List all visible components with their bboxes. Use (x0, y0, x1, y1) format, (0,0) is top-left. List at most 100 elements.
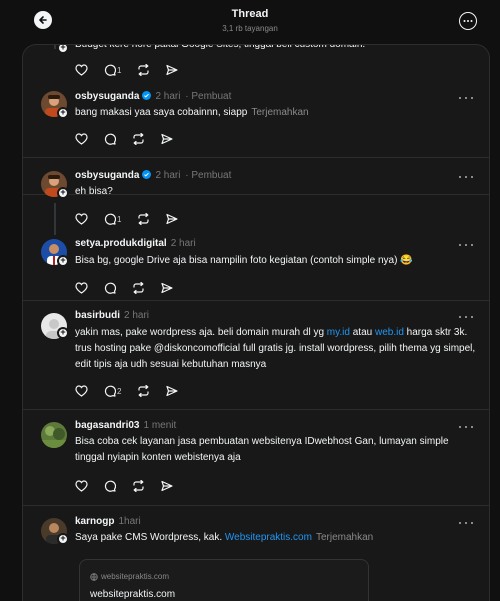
link-my-id[interactable]: my.id (327, 327, 350, 338)
post-time: 1 menit (143, 420, 177, 431)
post-username[interactable]: basirbudi 2 hari (75, 310, 149, 321)
post-username[interactable]: setya.produkdigital 2 hari (75, 238, 196, 249)
thread-line (54, 45, 56, 49)
reply-count: 1 (117, 65, 122, 75)
translate-link[interactable]: Terjemahkan (251, 107, 308, 118)
reply-count: 2 (117, 386, 122, 396)
follow-plus-icon[interactable]: + (57, 327, 69, 339)
post-time: 2 hari (155, 91, 181, 102)
heart-icon (75, 133, 88, 145)
follow-plus-icon[interactable]: + (57, 107, 69, 119)
view-count: 3,1 rb tayangan (222, 24, 278, 33)
post-more-button[interactable] (459, 520, 473, 526)
comment-icon (104, 133, 116, 145)
post-time: 2 hari (155, 170, 181, 181)
repost-button[interactable] (132, 131, 145, 147)
send-icon (166, 213, 179, 225)
avatar-image (41, 422, 67, 448)
more-options-button[interactable] (459, 12, 477, 30)
post-more-button[interactable] (459, 242, 473, 248)
like-button[interactable] (75, 211, 88, 227)
globe-icon (90, 572, 98, 581)
post-text: eh bisa? (75, 186, 113, 197)
send-icon (166, 64, 179, 76)
post-username[interactable]: karnogp 1hari (75, 516, 141, 527)
repost-button[interactable] (132, 280, 145, 296)
post-time: 2 hari (124, 310, 150, 321)
username[interactable]: osbysuganda (75, 91, 139, 102)
repost-icon (138, 385, 150, 397)
post-time: 2 hari (170, 238, 196, 249)
share-button[interactable] (161, 131, 173, 147)
post-more-button[interactable] (459, 424, 473, 430)
follow-plus-icon[interactable]: + (57, 187, 69, 199)
like-button[interactable] (75, 131, 88, 147)
send-icon (161, 133, 173, 145)
share-button[interactable] (161, 280, 173, 296)
share-button[interactable] (166, 62, 179, 78)
heart-icon (75, 282, 88, 294)
post-username[interactable]: bagasandri03 1 menit (75, 420, 176, 431)
thread-card: + Budget kere hore pakai Google Sites, t… (22, 44, 490, 601)
post-body: yakin mas, pake wordpress aja. beli doma… (75, 327, 327, 338)
like-button[interactable] (75, 280, 88, 296)
post-actions (75, 280, 189, 296)
reply-button[interactable] (104, 131, 116, 147)
post-more-button[interactable] (459, 174, 473, 180)
repost-button[interactable] (137, 211, 150, 227)
heart-icon (75, 64, 88, 76)
repost-button[interactable] (132, 478, 145, 494)
comment-icon (104, 282, 116, 294)
verified-badge-icon (142, 170, 152, 179)
like-button[interactable] (75, 62, 88, 78)
link-websitepraktis[interactable]: Websitepraktis.com (225, 532, 312, 543)
repost-icon (138, 213, 150, 225)
reply-button[interactable] (104, 280, 116, 296)
post-more-button[interactable] (459, 314, 473, 320)
username[interactable]: osbysuganda (75, 170, 139, 181)
repost-icon (133, 480, 144, 492)
username[interactable]: bagasandri03 (75, 420, 139, 431)
like-button[interactable] (75, 478, 88, 494)
like-button[interactable] (75, 383, 88, 399)
repost-button[interactable] (137, 62, 150, 78)
thread-post-partial: + Budget kere hore pakai Google Sites, t… (23, 45, 489, 91)
post-text: yakin mas, pake wordpress aja. beli doma… (75, 325, 479, 373)
share-button[interactable] (161, 478, 173, 494)
post-body: atau (349, 327, 375, 338)
reply-button[interactable] (104, 478, 116, 494)
post-body: bang makasi yaa saya cobainnn, siapp (75, 107, 248, 118)
heart-icon (75, 480, 88, 492)
post-more-button[interactable] (459, 95, 473, 101)
repost-icon (133, 133, 144, 145)
follow-plus-icon[interactable]: + (57, 533, 69, 545)
reply-button[interactable]: 1 (104, 211, 121, 227)
verified-badge-icon (142, 91, 152, 100)
reply-button[interactable]: 2 (104, 383, 121, 399)
page-title: Thread (231, 8, 269, 20)
divider (23, 157, 489, 158)
username[interactable]: karnogp (75, 516, 114, 527)
follow-plus-icon[interactable]: + (57, 255, 69, 267)
follow-plus-icon[interactable]: + (57, 45, 69, 54)
post-text: bang makasi yaa saya cobainnn, siapp Terj… (75, 105, 475, 121)
post-body: Saya pake CMS Wordpress, kak. (75, 532, 225, 543)
share-button[interactable] (166, 383, 179, 399)
username[interactable]: setya.produkdigital (75, 238, 167, 249)
link-preview-card[interactable]: websitepraktis.com websitepraktis.com (79, 559, 369, 601)
share-button[interactable] (166, 211, 179, 227)
post-text: Budget kere hore pakai Google Sites, tin… (75, 44, 366, 50)
heart-icon (75, 385, 88, 397)
post-username[interactable]: osbysuganda 2 hari · Pembuat (75, 91, 231, 102)
username[interactable]: basirbudi (75, 310, 120, 321)
preview-title: websitepraktis.com (90, 589, 176, 600)
translate-link[interactable]: Terjemahkan (316, 532, 373, 543)
repost-button[interactable] (137, 383, 150, 399)
post-actions (75, 131, 189, 147)
avatar[interactable] (41, 422, 67, 448)
post-actions: 1 (75, 211, 194, 227)
post-username[interactable]: osbysuganda 2 hari · Pembuat (75, 170, 231, 181)
link-web-id[interactable]: web.id (375, 327, 404, 338)
reply-button[interactable]: 1 (104, 62, 121, 78)
author-tag: · Pembuat (185, 170, 232, 181)
